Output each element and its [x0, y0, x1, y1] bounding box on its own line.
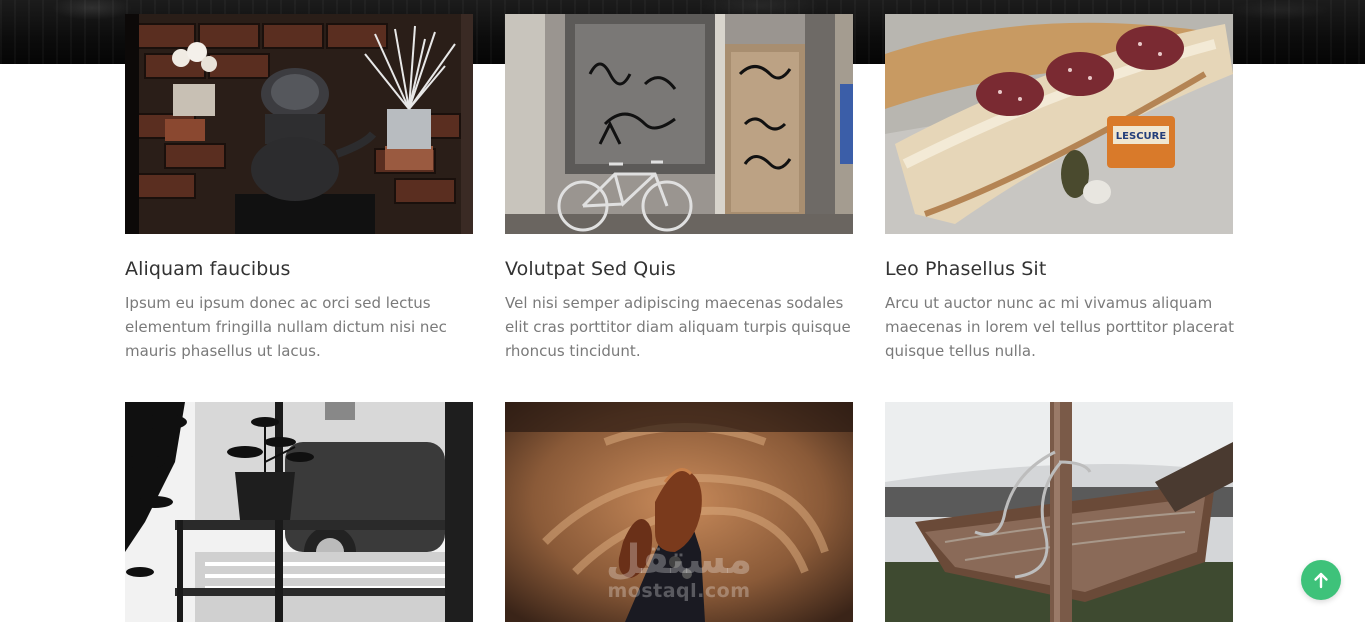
card-description: Arcu ut auctor nunc ac mi vivamus aliqua…	[885, 294, 1234, 360]
kettle-shelf-photo[interactable]	[125, 14, 473, 234]
card-title[interactable]: Leo Phasellus Sit	[885, 258, 1046, 280]
watermark-latin: mostaql.com	[607, 580, 751, 602]
card-title[interactable]: Volutpat Sed Quis	[505, 258, 676, 280]
mostaql-watermark: مستقل mostaql.com	[505, 540, 853, 602]
portfolio-card[interactable]: مستقل mostaql.com	[505, 402, 853, 622]
back-to-top-button[interactable]	[1301, 560, 1341, 600]
portfolio-card[interactable]: Aliquam faucibus Ipsum eu ipsum donec ac…	[125, 14, 473, 360]
portfolio-card[interactable]	[125, 402, 473, 622]
leather-shoe-photo[interactable]: مستقل mostaql.com	[505, 402, 853, 622]
graffiti-door-bicycle-photo[interactable]	[505, 14, 853, 234]
card-description: Ipsum eu ipsum donec ac orci sed lectus …	[125, 294, 447, 360]
svg-text:LESCURE: LESCURE	[1116, 131, 1167, 142]
card-description: Vel nisi semper adipiscing maecenas soda…	[505, 294, 851, 360]
wrecked-boat-photo[interactable]	[885, 402, 1233, 622]
bread-salami-photo[interactable]: LESCURE	[885, 14, 1233, 234]
portfolio-card[interactable]: Volutpat Sed Quis Vel nisi semper adipis…	[505, 14, 853, 360]
watermark-arabic: مستقل	[605, 537, 753, 583]
plant-window-photo[interactable]	[125, 402, 473, 622]
card-title[interactable]: Aliquam faucibus	[125, 258, 291, 280]
portfolio-card[interactable]	[885, 402, 1233, 622]
portfolio-card[interactable]: LESCURE Leo Phasellus Sit Arcu ut auctor…	[885, 14, 1234, 360]
arrow-up-icon	[1314, 572, 1328, 589]
